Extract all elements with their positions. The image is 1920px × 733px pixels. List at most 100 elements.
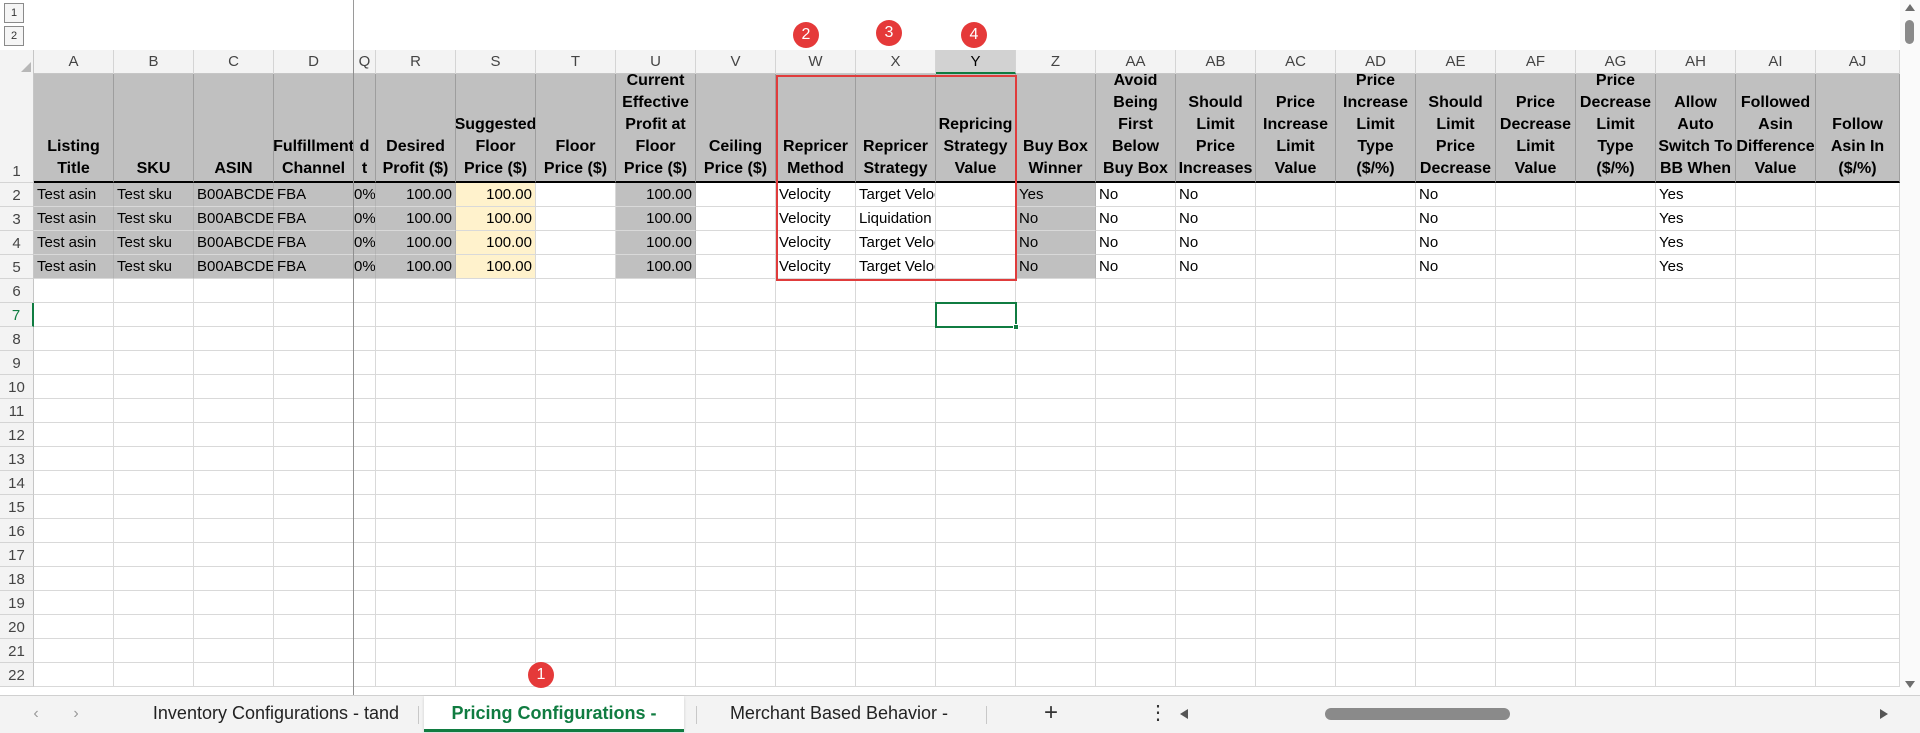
cell-t2[interactable] (536, 183, 616, 207)
empty-cell[interactable] (1576, 591, 1656, 615)
empty-cell[interactable] (536, 471, 616, 495)
empty-cell[interactable] (616, 615, 696, 639)
outline-level-1-button[interactable]: 1 (4, 3, 24, 23)
empty-cell[interactable] (1496, 591, 1576, 615)
empty-cell[interactable] (936, 351, 1016, 375)
empty-cell[interactable] (696, 567, 776, 591)
empty-cell[interactable] (856, 567, 936, 591)
empty-cell[interactable] (1416, 375, 1496, 399)
row-header-17[interactable]: 17 (0, 543, 34, 567)
empty-cell[interactable] (114, 471, 194, 495)
empty-cell[interactable] (536, 519, 616, 543)
column-header-ab[interactable]: AB (1176, 50, 1256, 74)
empty-cell[interactable] (1016, 591, 1096, 615)
empty-cell[interactable] (1336, 399, 1416, 423)
empty-cell[interactable] (1096, 495, 1176, 519)
empty-cell[interactable] (1096, 423, 1176, 447)
scroll-down-icon[interactable] (1905, 681, 1915, 688)
empty-cell[interactable] (1576, 567, 1656, 591)
empty-cell[interactable] (354, 495, 376, 519)
cell-r4[interactable]: 100.00 (376, 231, 456, 255)
empty-cell[interactable] (1496, 279, 1576, 303)
empty-cell[interactable] (1816, 615, 1900, 639)
empty-cell[interactable] (194, 615, 274, 639)
empty-cell[interactable] (1096, 639, 1176, 663)
empty-cell[interactable] (536, 639, 616, 663)
empty-cell[interactable] (1176, 399, 1256, 423)
empty-cell[interactable] (1496, 543, 1576, 567)
cell-u2[interactable]: 100.00 (616, 183, 696, 207)
empty-cell[interactable] (114, 567, 194, 591)
empty-cell[interactable] (536, 399, 616, 423)
empty-cell[interactable] (1256, 423, 1336, 447)
cell-aa2[interactable]: No (1096, 183, 1176, 207)
empty-cell[interactable] (1016, 543, 1096, 567)
column-header-a[interactable]: A (34, 50, 114, 74)
empty-cell[interactable] (936, 543, 1016, 567)
empty-cell[interactable] (1336, 303, 1416, 327)
empty-cell[interactable] (1416, 663, 1496, 687)
cell-ah2[interactable]: Yes (1656, 183, 1736, 207)
empty-cell[interactable] (616, 375, 696, 399)
empty-cell[interactable] (1656, 471, 1736, 495)
empty-cell[interactable] (34, 279, 114, 303)
empty-cell[interactable] (1656, 399, 1736, 423)
empty-cell[interactable] (696, 375, 776, 399)
empty-cell[interactable] (194, 663, 274, 687)
empty-cell[interactable] (1336, 279, 1416, 303)
empty-cell[interactable] (456, 399, 536, 423)
empty-cell[interactable] (776, 399, 856, 423)
empty-cell[interactable] (1096, 663, 1176, 687)
empty-cell[interactable] (936, 615, 1016, 639)
empty-cell[interactable] (34, 591, 114, 615)
row-header-5[interactable]: 5 (0, 255, 34, 279)
empty-cell[interactable] (376, 375, 456, 399)
cell-z3[interactable]: No (1016, 207, 1096, 231)
next-sheet-icon[interactable]: › (66, 705, 86, 723)
empty-cell[interactable] (376, 663, 456, 687)
empty-cell[interactable] (354, 399, 376, 423)
empty-cell[interactable] (1416, 327, 1496, 351)
cell-z4[interactable]: No (1016, 231, 1096, 255)
fill-handle[interactable] (1013, 324, 1019, 330)
column-header-ad[interactable]: AD (1336, 50, 1416, 74)
empty-cell[interactable] (1096, 375, 1176, 399)
empty-cell[interactable] (1816, 351, 1900, 375)
empty-cell[interactable] (456, 615, 536, 639)
cell-aj5[interactable] (1816, 255, 1900, 279)
empty-cell[interactable] (456, 279, 536, 303)
empty-cell[interactable] (1016, 567, 1096, 591)
empty-cell[interactable] (1176, 519, 1256, 543)
cell-ae4[interactable]: No (1416, 231, 1496, 255)
cell-r3[interactable]: 100.00 (376, 207, 456, 231)
empty-cell[interactable] (376, 279, 456, 303)
column-header-aa[interactable]: AA (1096, 50, 1176, 74)
empty-cell[interactable] (114, 423, 194, 447)
empty-cell[interactable] (1336, 639, 1416, 663)
cell-r2[interactable]: 100.00 (376, 183, 456, 207)
cell-ad3[interactable] (1336, 207, 1416, 231)
empty-cell[interactable] (1496, 327, 1576, 351)
empty-cell[interactable] (536, 375, 616, 399)
empty-cell[interactable] (1016, 423, 1096, 447)
empty-cell[interactable] (696, 639, 776, 663)
empty-cell[interactable] (1736, 615, 1816, 639)
empty-cell[interactable] (1416, 591, 1496, 615)
cell-r5[interactable]: 100.00 (376, 255, 456, 279)
row-header-4[interactable]: 4 (0, 231, 34, 255)
cell-ae3[interactable]: No (1416, 207, 1496, 231)
empty-cell[interactable] (856, 303, 936, 327)
empty-cell[interactable] (856, 327, 936, 351)
header-cell-af[interactable]: Price Decrease Limit Value (1496, 74, 1576, 183)
cell-t4[interactable] (536, 231, 616, 255)
empty-cell[interactable] (194, 303, 274, 327)
empty-cell[interactable] (274, 327, 354, 351)
column-header-ae[interactable]: AE (1416, 50, 1496, 74)
scroll-left-icon[interactable] (1180, 709, 1188, 719)
empty-cell[interactable] (536, 615, 616, 639)
empty-cell[interactable] (274, 615, 354, 639)
row-header-1[interactable]: 1 (0, 74, 34, 183)
empty-cell[interactable] (616, 591, 696, 615)
empty-cell[interactable] (114, 615, 194, 639)
empty-cell[interactable] (1016, 351, 1096, 375)
